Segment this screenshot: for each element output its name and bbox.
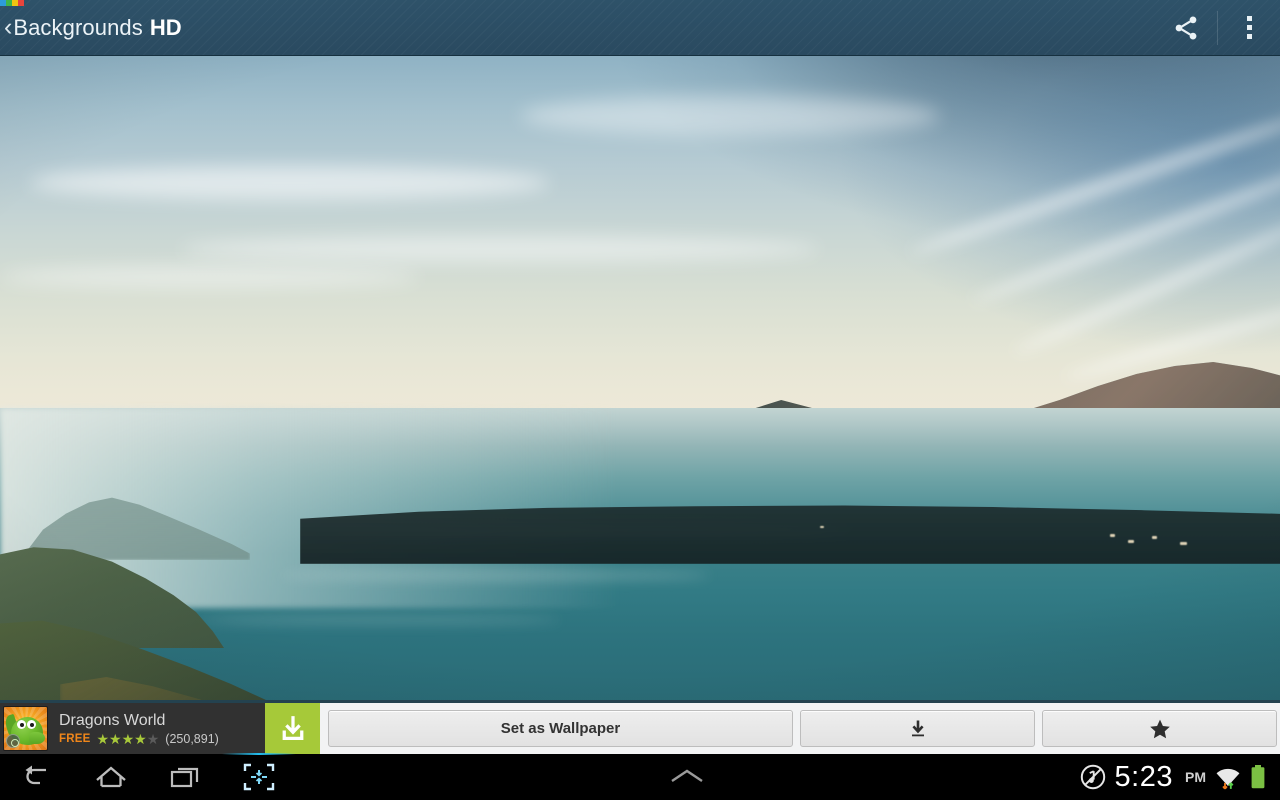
nav-recents-button[interactable] [148,754,222,800]
overflow-menu-icon [1246,16,1252,39]
ad-rating-stars: ★ ★ ★ ★ ★ [96,731,160,747]
set-as-wallpaper-button[interactable]: Set as Wallpaper [328,710,793,747]
battery-full-icon [1251,765,1265,789]
chevron-up-icon [671,769,703,782]
back-arrow-icon [25,765,46,785]
download-icon [911,720,924,736]
mute-icon [1080,764,1105,790]
back-chevron-icon[interactable]: ‹ [4,14,12,40]
nav-back-button[interactable] [0,754,74,800]
wallpaper-preview[interactable] [0,56,1280,700]
nav-screenshot-button[interactable] [222,753,296,800]
nav-home-button[interactable] [74,754,148,800]
star-icon [1149,719,1170,738]
ad-install-button[interactable] [265,703,320,754]
download-wallpaper-button[interactable] [800,710,1035,747]
ad-price-label: FREE [59,733,91,745]
system-status-tray[interactable]: 5:23 PM [1079,760,1280,793]
recent-apps-icon [170,767,199,788]
action-bar: ‹ Backgrounds HD [0,0,1280,56]
bottom-control-bar: Dragons World FREE ★ ★ ★ ★ ★ (250,891) Set a… [0,700,1280,754]
app-title-group[interactable]: ‹ Backgrounds HD [0,14,182,41]
ad-choices-badge [6,734,20,748]
system-navigation-bar: 5:23 PM [0,753,1280,800]
share-icon [1175,15,1197,40]
page-title: Backgrounds [13,14,143,40]
status-clock-ampm: PM [1185,769,1206,785]
nav-buttons-group [0,753,296,800]
home-icon [96,766,126,788]
ad-meta-row: FREE ★ ★ ★ ★ ★ (250,891) [59,732,265,746]
wifi-icon [1216,768,1240,790]
notification-handle[interactable] [296,766,1079,788]
status-clock: 5:23 [1114,760,1173,793]
overflow-menu-button[interactable] [1218,0,1280,56]
ad-review-count: (250,891) [165,732,219,746]
ad-text-block: Dragons World FREE ★ ★ ★ ★ ★ (250,891) [59,711,265,746]
favorite-button[interactable] [1042,710,1277,747]
brand-color-dots [0,0,24,6]
photo-vignette [0,56,1280,700]
ad-title: Dragons World [59,712,166,729]
action-bar-buttons [1155,0,1280,55]
android-tablet-screen: ‹ Backgrounds HD Dragons World FREE ★ ★ … [0,0,1280,800]
download-icon [282,715,303,740]
ad-banner[interactable]: Dragons World FREE ★ ★ ★ ★ ★ (250,891) [0,703,320,754]
screenshot-icon [243,763,275,791]
share-button[interactable] [1155,0,1217,56]
page-title-suffix: HD [149,14,182,40]
dragon-app-icon [3,706,48,751]
